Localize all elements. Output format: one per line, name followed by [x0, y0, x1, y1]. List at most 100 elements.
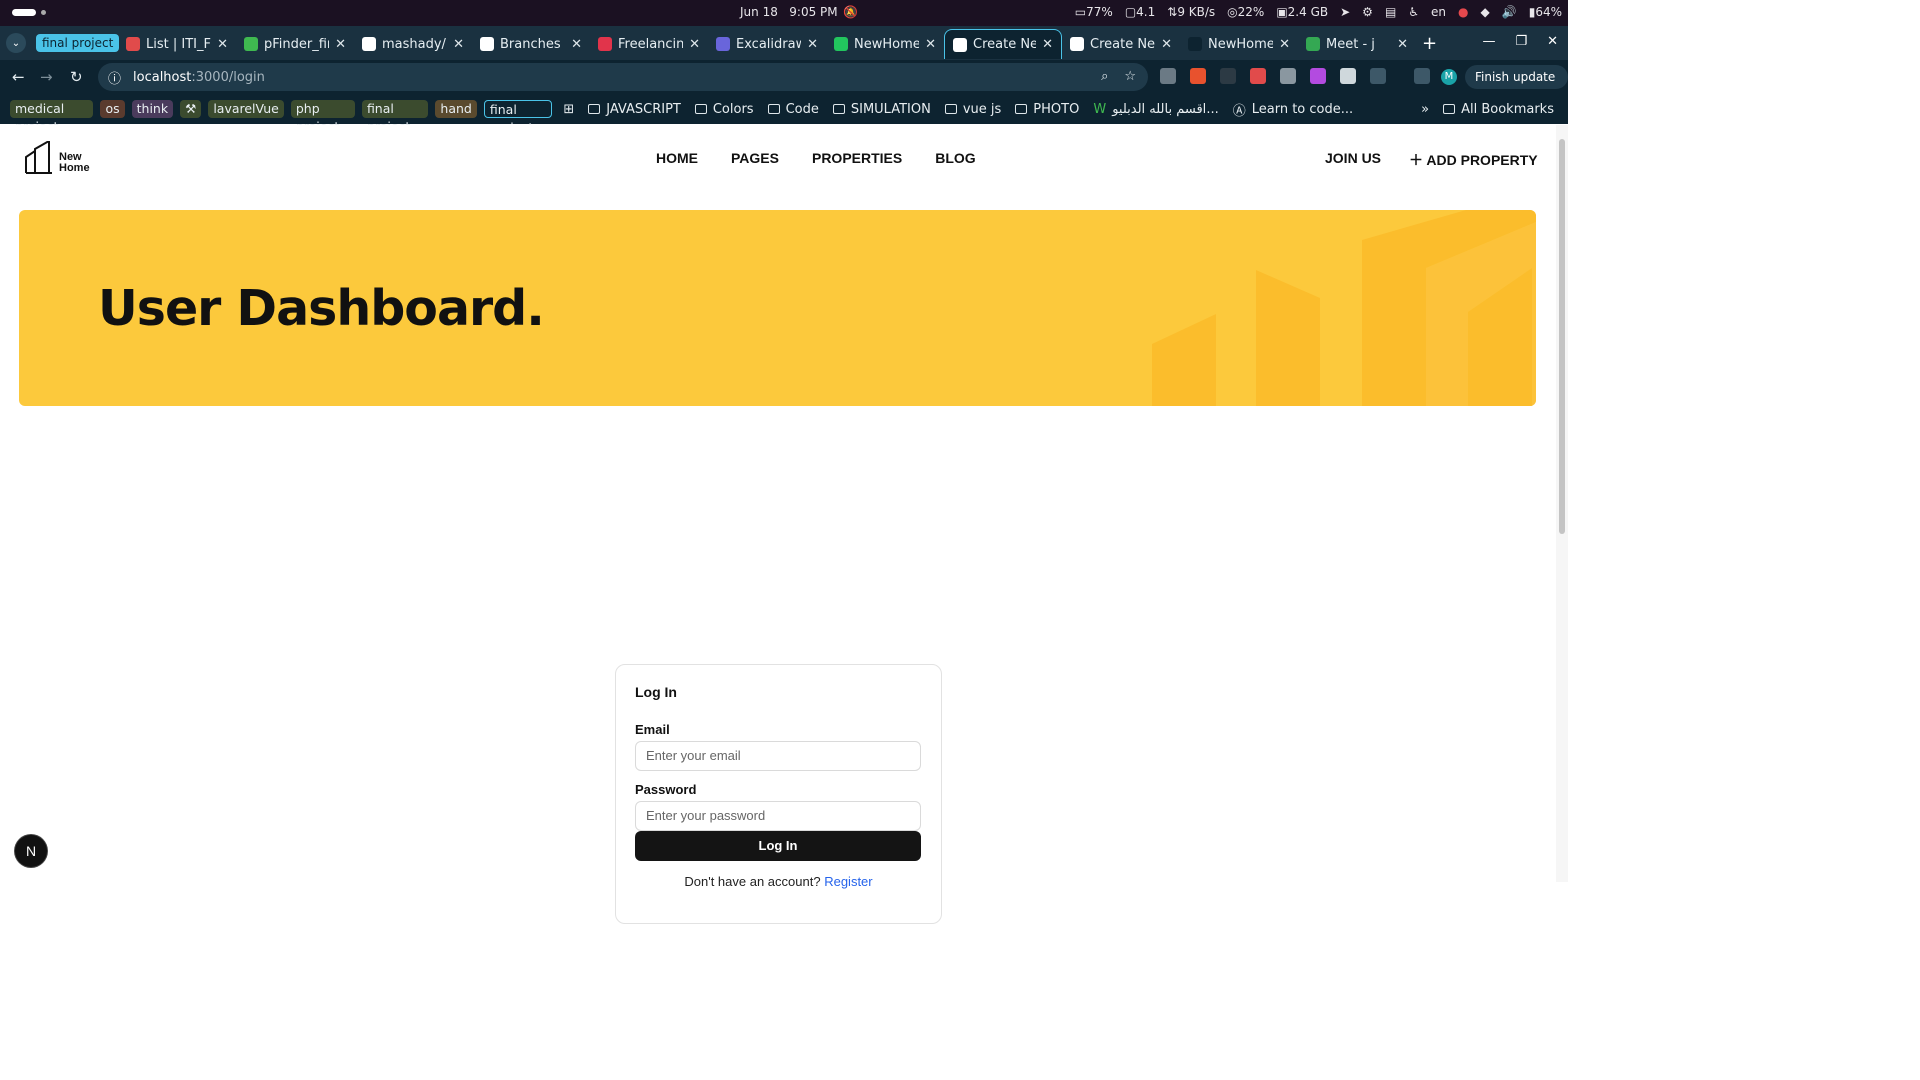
- all-bookmarks-folder[interactable]: All Bookmarks: [1443, 102, 1554, 117]
- tab-close-icon[interactable]: ✕: [571, 37, 582, 52]
- bookmark-folder[interactable]: Colors: [694, 102, 754, 117]
- maximize-icon[interactable]: ❐: [1515, 34, 1527, 49]
- camera-extension-icon[interactable]: [1280, 68, 1296, 84]
- font-extension-icon[interactable]: [1220, 68, 1236, 84]
- more-bookmarks-icon[interactable]: »: [1421, 102, 1429, 117]
- scrollbar-thumb[interactable]: [1559, 139, 1565, 534]
- bookmark-group-chip[interactable]: think: [131, 100, 174, 118]
- tab-close-icon[interactable]: ✕: [925, 37, 936, 52]
- bookmark-folder[interactable]: PHOTO: [1015, 102, 1079, 117]
- workspace-dot[interactable]: [41, 10, 46, 15]
- join-us-link[interactable]: JOIN US: [1325, 150, 1381, 170]
- memory-usage-indicator[interactable]: ▣2.4 GB: [1276, 5, 1328, 19]
- bookmark-group-chip[interactable]: lavarelVue: [208, 100, 284, 118]
- site-logo[interactable]: New Home: [25, 141, 90, 174]
- tab-close-icon[interactable]: ✕: [1161, 37, 1172, 52]
- tab-group-final-project[interactable]: final project: [36, 34, 120, 52]
- email-field[interactable]: Enter your email: [635, 741, 921, 771]
- browser-tab[interactable]: List | ITI_Fi ✕: [118, 29, 236, 59]
- forward-icon[interactable]: →: [40, 68, 53, 86]
- bookmark-link[interactable]: W اقسم بالله الدبليو...: [1093, 102, 1218, 117]
- finish-update-button[interactable]: Finish update ⋮: [1465, 65, 1568, 108]
- bookmark-link[interactable]: Ⓐ Learn to code...: [1233, 100, 1353, 119]
- browser-tab[interactable]: Freelancing ✕: [590, 29, 708, 59]
- extension-tray-icon[interactable]: ⚙: [1362, 5, 1373, 19]
- nav-pages[interactable]: PAGES: [731, 150, 779, 166]
- bookmark-group-chip[interactable]: ⚒: [180, 100, 202, 118]
- reader-icon[interactable]: [1340, 68, 1356, 84]
- tab-close-icon[interactable]: ✕: [217, 37, 228, 52]
- site-info-icon[interactable]: ⓘ: [108, 68, 121, 87]
- close-window-icon[interactable]: ✕: [1547, 34, 1558, 49]
- system-clock[interactable]: Jun 18 9:05 PM: [740, 5, 838, 19]
- password-field[interactable]: Enter your password: [635, 801, 921, 831]
- tab-close-icon[interactable]: ✕: [807, 37, 818, 52]
- tab-list: List | ITI_Fi✕pFinder_fir✕mashady/la✕Bra…: [118, 29, 1437, 59]
- cpu-indicator[interactable]: ▭77%: [1075, 5, 1113, 19]
- bookmark-group-chip[interactable]: final project: [361, 100, 429, 134]
- nav-properties[interactable]: PROPERTIES: [812, 150, 902, 166]
- bookmark-group-chip[interactable]: php project: [290, 100, 355, 134]
- tab-close-icon[interactable]: ✕: [453, 37, 464, 52]
- tab-close-icon[interactable]: ✕: [1397, 37, 1408, 52]
- browser-tab[interactable]: NewHome ✕: [1180, 29, 1298, 59]
- browser-tab[interactable]: mashady/la ✕: [354, 29, 472, 59]
- bookmark-group-chip[interactable]: os: [100, 100, 125, 118]
- login-button[interactable]: Log In: [635, 831, 921, 861]
- bookmark-folder[interactable]: SIMULATION: [832, 102, 931, 117]
- extensions-puzzle-icon[interactable]: [1370, 68, 1386, 84]
- workspace-indicator[interactable]: [12, 9, 36, 16]
- extension-icon[interactable]: [1250, 68, 1266, 84]
- back-icon[interactable]: ←: [12, 68, 25, 86]
- nextjs-devtools-badge[interactable]: N: [15, 835, 47, 867]
- extension-icon[interactable]: [1190, 68, 1206, 84]
- accessibility-icon[interactable]: ♿: [1408, 5, 1419, 19]
- bookmark-folder[interactable]: Code: [767, 102, 819, 117]
- reload-icon[interactable]: ↻: [70, 68, 83, 86]
- extension-icon[interactable]: [1310, 68, 1326, 84]
- network-speed-indicator[interactable]: ⇅9 KB/s: [1167, 5, 1215, 19]
- apps-grid-icon[interactable]: ⊞: [563, 102, 574, 117]
- tab-close-icon[interactable]: ✕: [689, 37, 700, 52]
- bookmark-group-chip[interactable]: medical project: [10, 100, 94, 134]
- browser-tab[interactable]: Excalidraw ✕: [708, 29, 826, 59]
- clipboard-icon[interactable]: ▤: [1385, 5, 1396, 19]
- wifi-icon[interactable]: ◆: [1481, 5, 1490, 19]
- volume-icon[interactable]: 🔊: [1502, 5, 1517, 19]
- download-icon[interactable]: [1414, 68, 1430, 84]
- memory-percent-indicator[interactable]: ◎22%: [1227, 5, 1264, 19]
- bookmark-folder[interactable]: vue js: [944, 102, 1001, 117]
- profile-avatar[interactable]: M: [1441, 69, 1457, 85]
- nav-blog[interactable]: BLOG: [935, 150, 975, 166]
- bookmark-group-chip[interactable]: final project: [483, 100, 553, 135]
- load-indicator[interactable]: ▢4.1: [1125, 5, 1155, 19]
- browser-tab[interactable]: Branches ✕: [472, 29, 590, 59]
- bookmark-star-icon[interactable]: ☆: [1124, 69, 1136, 84]
- browser-tab[interactable]: NewHome ✕: [826, 29, 944, 59]
- new-tab-button[interactable]: +: [1422, 29, 1437, 59]
- tab-search-button[interactable]: ⌄: [6, 33, 26, 53]
- add-property-button[interactable]: ＋ ADD PROPERTY: [1409, 150, 1538, 170]
- browser-tab[interactable]: Create Nex ✕: [1062, 29, 1180, 59]
- nav-home[interactable]: HOME: [656, 150, 698, 166]
- tab-label: Meet - j: [1326, 36, 1375, 52]
- tab-close-icon[interactable]: ✕: [1042, 37, 1053, 52]
- register-link[interactable]: Register: [824, 874, 872, 889]
- browser-tab[interactable]: pFinder_fir ✕: [236, 29, 354, 59]
- battery-indicator[interactable]: ▮64%: [1529, 5, 1562, 19]
- telegram-icon[interactable]: ➤: [1340, 5, 1350, 19]
- bookmark-folder[interactable]: JAVASCRIPT: [588, 102, 681, 117]
- page-scrollbar[interactable]: [1556, 125, 1568, 882]
- bookmark-group-chip[interactable]: hand: [435, 100, 477, 118]
- minimize-icon[interactable]: —: [1482, 34, 1495, 49]
- zoom-icon[interactable]: ⌕: [1101, 69, 1108, 84]
- tab-close-icon[interactable]: ✕: [335, 37, 346, 52]
- keyboard-layout[interactable]: en: [1431, 5, 1446, 19]
- browser-tab[interactable]: Meet - j ✕: [1298, 29, 1416, 59]
- vue-devtools-icon[interactable]: [1160, 68, 1176, 84]
- notifications-off-icon[interactable]: 🔕: [843, 5, 858, 19]
- tab-close-icon[interactable]: ✕: [1279, 37, 1290, 52]
- browser-tab[interactable]: Create Nex ✕: [944, 29, 1062, 59]
- microphone-icon[interactable]: ●: [1458, 5, 1468, 19]
- address-bar[interactable]: ⓘ localhost:3000/login ⌕ ☆: [98, 63, 1148, 91]
